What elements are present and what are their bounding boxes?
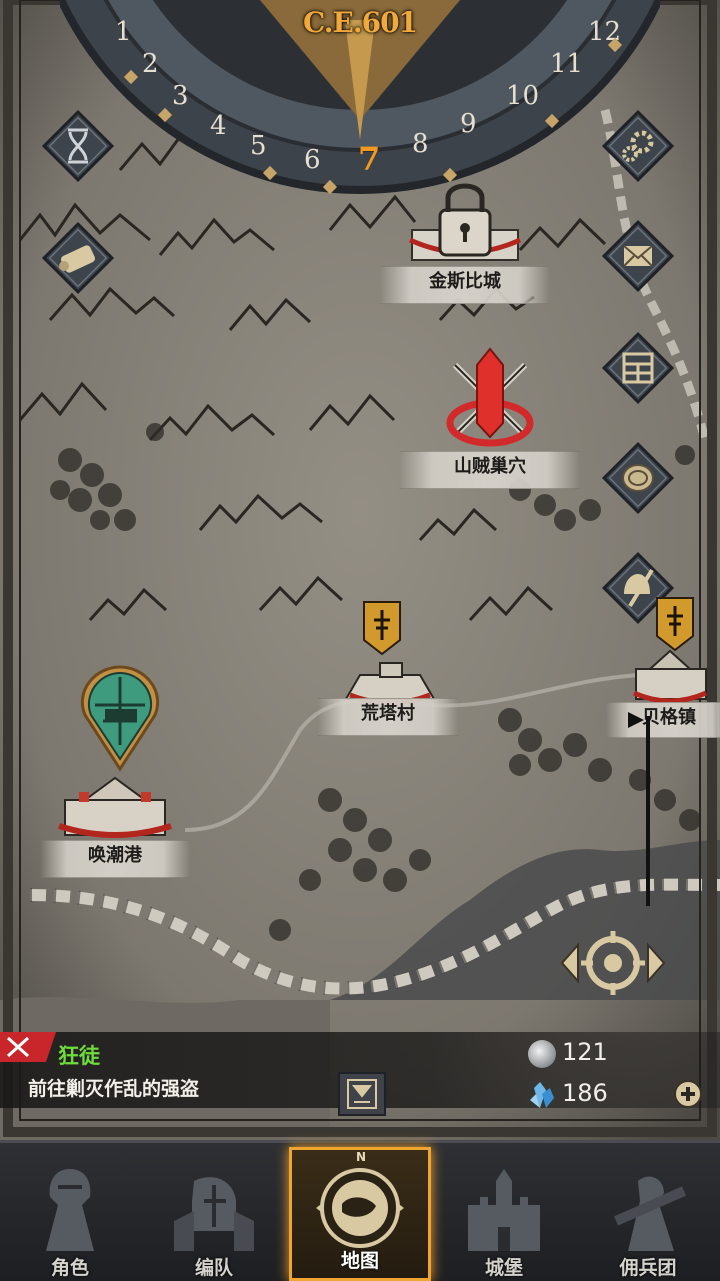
tab-label: 地图 [340,1250,379,1272]
castle-icon [468,1169,540,1251]
quest-swords-icon [0,1032,56,1062]
town-icon [632,649,708,704]
svg-text:5: 5 [250,131,267,161]
crystal-amount: 186 [562,1079,608,1107]
tab-label: 角色 [50,1257,89,1279]
silver-coin-icon [528,1040,556,1068]
tab-mercenary[interactable]: 佣兵团 [578,1153,718,1281]
plus-icon [681,1087,695,1101]
scroll-icon [41,221,115,295]
tab-label: 城堡 [484,1257,523,1279]
location-kingsby-city[interactable] [400,170,530,270]
banner-icon [363,601,401,656]
silver-amount: 121 [562,1038,608,1066]
svg-text:2: 2 [142,49,159,79]
hourglass-button[interactable] [40,108,116,184]
svg-text:1: 1 [115,17,132,47]
svg-text:11: 11 [550,49,583,79]
svg-text:10: 10 [506,81,539,111]
envelope-icon [601,219,675,293]
recenter-button[interactable] [556,925,670,1001]
game-screen: 123 456 8 9 10 11 12 7 C.E.601 金斯比城 山贼巢穴… [0,0,720,1281]
current-month-marker: 7 [358,140,380,178]
banner-icon [656,597,694,652]
location-berg-town[interactable] [630,645,710,705]
settings-button[interactable] [600,108,676,184]
svg-text:6: 6 [304,145,321,175]
knight-icon [46,1169,94,1251]
quest-description: 前往剿灭作乱的强盗 [28,1078,200,1100]
mail-button[interactable] [600,218,676,294]
svg-text:3: 3 [172,81,189,111]
coin-icon [601,441,675,515]
hourglass-icon [41,109,115,183]
coin-button[interactable] [600,440,676,516]
gear-icon [601,109,675,183]
location-label: 山贼巢穴 [400,451,580,489]
location-bandit-lair[interactable] [435,345,545,455]
port-castle-icon [58,776,172,838]
location-label: 金斯比城 [380,266,550,304]
svg-text:8: 8 [412,129,429,159]
svg-text:9: 9 [460,109,477,139]
locked-castle-icon [408,183,522,261]
quest-title: 狂徒 [58,1044,100,1068]
tab-castle[interactable]: 城堡 [434,1153,574,1281]
quest-panel[interactable]: 狂徒 前往剿灭作乱的强盗 [0,1032,720,1116]
era-year: C.E.601 [302,6,418,39]
crosshair-icon [560,931,666,995]
bottom-nav: 角色 编队 N 地图 城堡 佣兵团 [0,1140,720,1281]
location-tidecall-port[interactable] [55,770,175,840]
tab-map[interactable]: N 地图 [289,1147,431,1281]
player-helmet-icon [80,665,160,772]
collapse-icon [347,1079,377,1109]
tab-formation[interactable]: 编队 [144,1153,284,1281]
svg-text:4: 4 [210,111,227,141]
flag-icon [628,712,644,728]
crossed-swords-marker-icon [446,347,534,447]
flag-pole [646,716,650,906]
banner-marker [362,600,412,660]
location-label: 荒塔村 [318,698,458,736]
tab-label: 佣兵团 [619,1257,677,1279]
collapse-button[interactable] [338,1072,386,1116]
scroll-button[interactable] [40,220,116,296]
add-crystal-button[interactable] [674,1080,702,1108]
location-label: 贝格镇 [606,702,720,738]
board-button[interactable] [600,330,676,406]
mercenary-icon [613,1176,687,1251]
crystal-icon [530,1082,554,1108]
tab-label: 编队 [194,1257,233,1279]
board-icon [601,331,675,405]
compass-map-icon [316,1168,404,1248]
tab-character[interactable]: 角色 [0,1153,140,1281]
helmets-icon [174,1177,254,1251]
location-label: 唤潮港 [40,840,190,878]
player-marker[interactable] [75,665,165,775]
